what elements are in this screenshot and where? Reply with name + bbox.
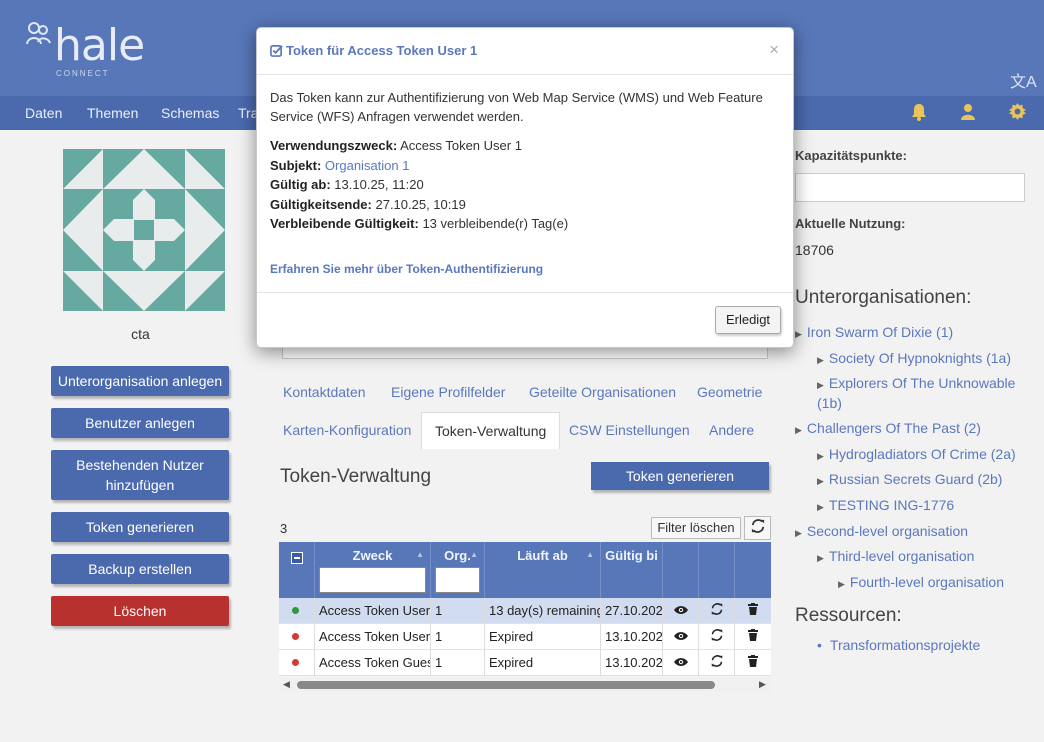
dialog-body: Das Token kann zur Authentifizierung von… bbox=[270, 88, 770, 234]
learn-more-link[interactable]: Erfahren Sie mehr über Token-Authentifiz… bbox=[270, 262, 543, 276]
purpose-row: Verwendungszweck: Access Token User 1 bbox=[270, 136, 770, 156]
dialog-footer-divider bbox=[257, 292, 793, 293]
valid-from-label: Gültig ab: bbox=[270, 177, 331, 192]
dialog-description: Das Token kann zur Authentifizierung von… bbox=[270, 90, 763, 124]
subject-label: Subjekt: bbox=[270, 157, 322, 173]
subject-link[interactable]: Organisation 1 bbox=[325, 158, 410, 173]
dialog-title: Token für Access Token User 1 bbox=[270, 43, 477, 58]
valid-from-row: Gültig ab: 13.10.25, 11:20 bbox=[270, 175, 770, 195]
token-dialog: Token für Access Token User 1 × Das Toke… bbox=[256, 27, 794, 348]
valid-until-value: 27.10.25, 10:19 bbox=[375, 196, 466, 212]
dialog-title-text: Token für Access Token User 1 bbox=[286, 43, 478, 58]
purpose-value: Access Token User 1 bbox=[400, 138, 522, 153]
remaining-row: Verbleibende Gültigkeit: 13 verbleibende… bbox=[270, 214, 770, 234]
check-square-icon bbox=[270, 45, 283, 57]
remaining-value: 13 verbleibende(r) Tag(e) bbox=[422, 216, 569, 231]
dialog-header: Token für Access Token User 1 × bbox=[257, 28, 793, 75]
valid-until-row: Gültigkeitsende: 27.10.25, 10:19 bbox=[270, 195, 770, 215]
remaining-label: Verbleibende Gültigkeit: bbox=[270, 216, 419, 231]
valid-until-label: Gültigkeitsende: bbox=[270, 196, 372, 212]
done-button[interactable]: Erledigt bbox=[715, 306, 781, 334]
close-icon[interactable]: × bbox=[769, 40, 779, 60]
subject-row: Subjekt: Organisation 1 bbox=[270, 156, 770, 176]
purpose-label: Verwendungszweck: bbox=[270, 138, 398, 153]
valid-from-value: 13.10.25, 11:20 bbox=[334, 177, 424, 192]
